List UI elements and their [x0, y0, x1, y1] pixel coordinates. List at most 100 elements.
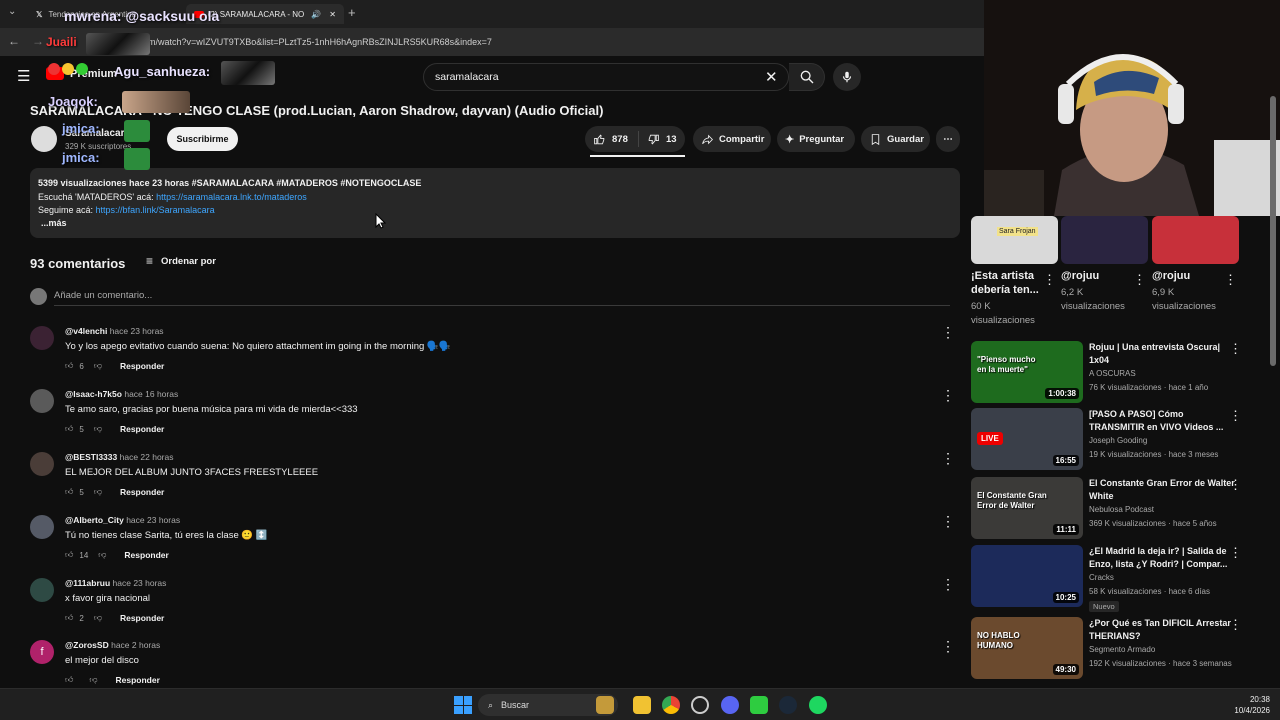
video-thumbnail[interactable]: "Pienso mucho en la muerte" 1:00:38	[971, 341, 1083, 403]
comment-avatar[interactable]	[30, 452, 54, 476]
scrollbar[interactable]	[1270, 96, 1276, 366]
spotify-icon[interactable]	[809, 696, 827, 714]
recommended-video[interactable]: NO HABLO HUMANO 49:30 ¿Por Qué es Tan DIFI…	[971, 617, 1261, 681]
comment-dislike-button[interactable]: 👎︎	[94, 487, 102, 497]
discord-icon[interactable]	[721, 696, 739, 714]
video-channel[interactable]: A OSCURAS	[1089, 369, 1136, 378]
comment-author[interactable]: @v4lenchi	[65, 326, 107, 336]
short-thumbnail[interactable]: Sara Frojan	[971, 216, 1058, 264]
video-thumbnail[interactable]: NO HABLO HUMANO 49:30	[971, 617, 1083, 679]
subscribe-button[interactable]: Suscribirme	[167, 127, 238, 151]
video-channel[interactable]: Joseph Gooding	[1089, 436, 1147, 445]
video-channel[interactable]: Segmento Armado	[1089, 645, 1155, 654]
short-thumbnail[interactable]	[1061, 216, 1148, 264]
video-title[interactable]: ¿Por Qué es Tan DIFICIL Arrestar THERIAN…	[1089, 617, 1239, 643]
recommended-video[interactable]: "Pienso mucho en la muerte" 1:00:38 Rojuu …	[971, 341, 1261, 405]
comment-author[interactable]: @BESTI3333	[65, 452, 117, 462]
comment-author[interactable]: @Isaac-h7k5o	[65, 389, 122, 399]
comment-dislike-button[interactable]: 👎︎	[98, 550, 106, 560]
save-button[interactable]: Guardar	[861, 126, 930, 152]
comment-like-button[interactable]: 👍︎	[65, 424, 73, 434]
comment-like-button[interactable]: 👍︎	[65, 487, 73, 497]
description-box[interactable]: 5399 visualizaciones hace 23 horas #SARA…	[30, 168, 960, 238]
back-arrow-icon[interactable]: ←	[8, 34, 20, 48]
search-button[interactable]	[789, 63, 825, 91]
video-title[interactable]: Rojuu | Una entrevista Oscura| 1x04	[1089, 341, 1239, 367]
comment-more-icon[interactable]: ⋮	[941, 576, 955, 593]
reply-button[interactable]: Responder	[120, 361, 164, 371]
show-more-button[interactable]: ...más	[41, 218, 67, 228]
more-actions-button[interactable]: ⋯	[936, 126, 960, 152]
comment-like-button[interactable]: 👍︎	[65, 675, 73, 685]
comment-more-icon[interactable]: ⋮	[941, 450, 955, 467]
taskbar-clock[interactable]: 20:38 10/4/2026	[1234, 694, 1270, 716]
mataderos-link[interactable]: https://saramalacara.lnk.to/mataderos	[156, 192, 307, 202]
video-more-icon[interactable]: ⋮	[1229, 341, 1242, 357]
close-tab-icon[interactable]: ✕	[329, 10, 336, 19]
video-title[interactable]: ¿El Madrid la deja ir? | Salida de Enzo,…	[1089, 545, 1239, 571]
speaker-icon[interactable]: 🔊	[311, 10, 321, 19]
reply-button[interactable]: Responder	[120, 613, 164, 623]
recommended-video[interactable]: LIVE 16:55 [PASO A PASO] Cómo TRANSMITIR e…	[971, 408, 1261, 472]
video-thumbnail[interactable]: 10:25	[971, 545, 1083, 607]
search-input[interactable]: saramalacara ✕	[423, 63, 789, 91]
reply-button[interactable]: Responder	[124, 550, 168, 560]
video-more-icon[interactable]: ⋮	[1229, 545, 1242, 561]
windows-start-icon[interactable]	[454, 696, 472, 714]
add-comment-input[interactable]: Añade un comentario...	[54, 290, 152, 301]
forward-arrow-icon[interactable]: →	[32, 34, 44, 48]
reply-button[interactable]: Responder	[120, 424, 164, 434]
chrome-icon[interactable]	[662, 696, 680, 714]
dislike-button[interactable]: 13	[639, 133, 677, 146]
video-title[interactable]: [PASO A PASO] Cómo TRANSMITIR en VIVO Vi…	[1089, 408, 1239, 434]
voice-search-button[interactable]	[833, 63, 861, 91]
video-channel[interactable]: Cracks	[1089, 573, 1114, 582]
comment-author[interactable]: @111abruu	[65, 578, 110, 588]
channel-avatar[interactable]	[31, 126, 57, 152]
comment-dislike-button[interactable]: 👎︎	[94, 424, 102, 434]
comment-dislike-button[interactable]: 👎︎	[94, 613, 102, 623]
comment-avatar[interactable]	[30, 578, 54, 602]
file-explorer-icon[interactable]	[633, 696, 651, 714]
comment-more-icon[interactable]: ⋮	[941, 387, 955, 404]
short-more-icon[interactable]: ⋮	[1133, 272, 1146, 288]
short-title[interactable]: @rojuu	[1152, 269, 1222, 283]
sort-by-button[interactable]: ≡ Ordenar por	[146, 254, 216, 268]
comment-avatar[interactable]: f	[30, 640, 54, 664]
new-tab-button[interactable]: +	[348, 5, 356, 20]
video-more-icon[interactable]: ⋮	[1229, 408, 1242, 424]
steam-icon[interactable]	[779, 696, 797, 714]
obs-icon[interactable]	[691, 696, 709, 714]
video-thumbnail[interactable]: El Constante Gran Error de Walter 11:11	[971, 477, 1083, 539]
tab-list-chevron-icon[interactable]: ⌄	[8, 6, 16, 17]
comment-author[interactable]: @Alberto_City	[65, 515, 124, 525]
short-more-icon[interactable]: ⋮	[1224, 272, 1237, 288]
url-field[interactable]: m/watch?v=wIZVUT9TXBo&list=PLztTz5-1nhH6…	[148, 37, 492, 47]
clear-search-icon[interactable]: ✕	[765, 68, 778, 86]
comment-avatar[interactable]	[30, 515, 54, 539]
comment-avatar[interactable]	[30, 389, 54, 413]
reply-button[interactable]: Responder	[120, 487, 164, 497]
comment-avatar[interactable]	[30, 326, 54, 350]
short-more-icon[interactable]: ⋮	[1043, 272, 1056, 288]
reply-button[interactable]: Responder	[116, 675, 160, 685]
comment-more-icon[interactable]: ⋮	[941, 324, 955, 341]
kick-icon[interactable]	[750, 696, 768, 714]
video-thumbnail[interactable]: LIVE 16:55	[971, 408, 1083, 470]
video-channel[interactable]: Nebulosa Podcast	[1089, 505, 1154, 514]
share-button[interactable]: Compartir	[693, 126, 771, 152]
recommended-video[interactable]: 10:25 ¿El Madrid la deja ir? | Salida de …	[971, 545, 1261, 612]
menu-hamburger-icon[interactable]: ☰	[17, 67, 30, 85]
short-thumbnail[interactable]	[1152, 216, 1239, 264]
comment-author[interactable]: @ZorosSD	[65, 640, 109, 650]
short-title[interactable]: ¡Esta artista debería ten...	[971, 269, 1041, 297]
recommended-video[interactable]: El Constante Gran Error de Walter 11:11 El…	[971, 477, 1261, 541]
comment-like-button[interactable]: 👍︎	[65, 550, 73, 560]
comment-like-button[interactable]: 👍︎	[65, 613, 73, 623]
comment-dislike-button[interactable]: 👎︎	[94, 361, 102, 371]
comment-more-icon[interactable]: ⋮	[941, 638, 955, 655]
comment-dislike-button[interactable]: 👎︎	[89, 675, 97, 685]
like-button[interactable]: 878	[585, 131, 639, 147]
comment-more-icon[interactable]: ⋮	[941, 513, 955, 530]
video-more-icon[interactable]: ⋮	[1229, 617, 1242, 633]
